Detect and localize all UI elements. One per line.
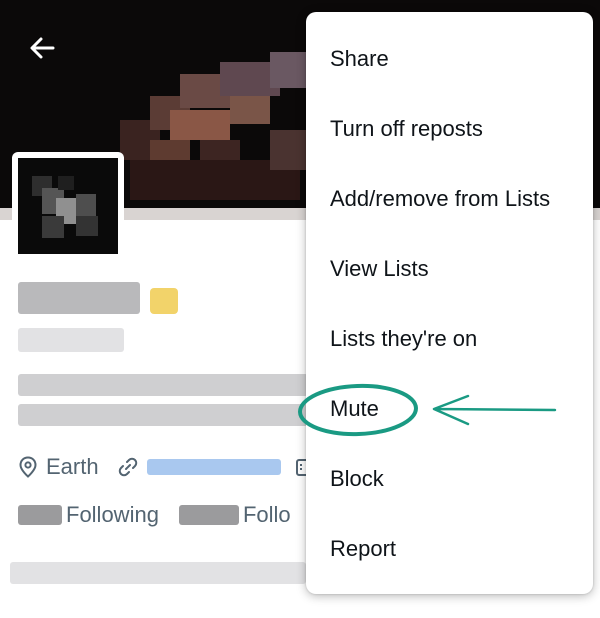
menu-item-report[interactable]: Report — [330, 529, 396, 569]
link-icon — [118, 457, 137, 477]
menu-item-block[interactable]: Block — [330, 459, 384, 499]
bio-line-redacted — [18, 404, 308, 426]
website-link-redacted[interactable] — [146, 459, 281, 475]
following-link[interactable]: Following — [66, 502, 159, 528]
verified-badge-icon — [150, 288, 178, 314]
avatar[interactable] — [12, 152, 124, 260]
profile-meta-row: Earth — [18, 452, 309, 482]
profile-screen: Earth Following Follo Share Turn off rep… — [0, 0, 600, 618]
menu-item-add-remove-lists[interactable]: Add/remove from Lists — [330, 179, 550, 219]
followed-by-redacted — [10, 562, 306, 584]
bio-line-redacted — [18, 374, 308, 396]
followers-link[interactable]: Follo — [243, 502, 291, 528]
arrow-left-icon — [30, 37, 55, 59]
username-redacted — [18, 328, 124, 352]
avatar-image — [18, 158, 118, 254]
menu-item-lists-theyre-on[interactable]: Lists they're on — [330, 319, 477, 359]
display-name-redacted — [18, 282, 140, 314]
menu-item-turn-off-reposts[interactable]: Turn off reposts — [330, 109, 483, 149]
follow-stats-row: Following Follo — [18, 500, 291, 530]
following-count-redacted — [18, 505, 62, 525]
menu-item-mute[interactable]: Mute — [330, 389, 379, 429]
profile-overflow-menu: Share Turn off reposts Add/remove from L… — [306, 12, 593, 594]
menu-item-share[interactable]: Share — [330, 39, 389, 79]
menu-item-view-lists[interactable]: View Lists — [330, 249, 429, 289]
location-text: Earth — [46, 454, 99, 479]
map-pin-icon — [19, 456, 37, 478]
followers-count-redacted — [178, 505, 239, 525]
back-button[interactable] — [22, 28, 62, 68]
